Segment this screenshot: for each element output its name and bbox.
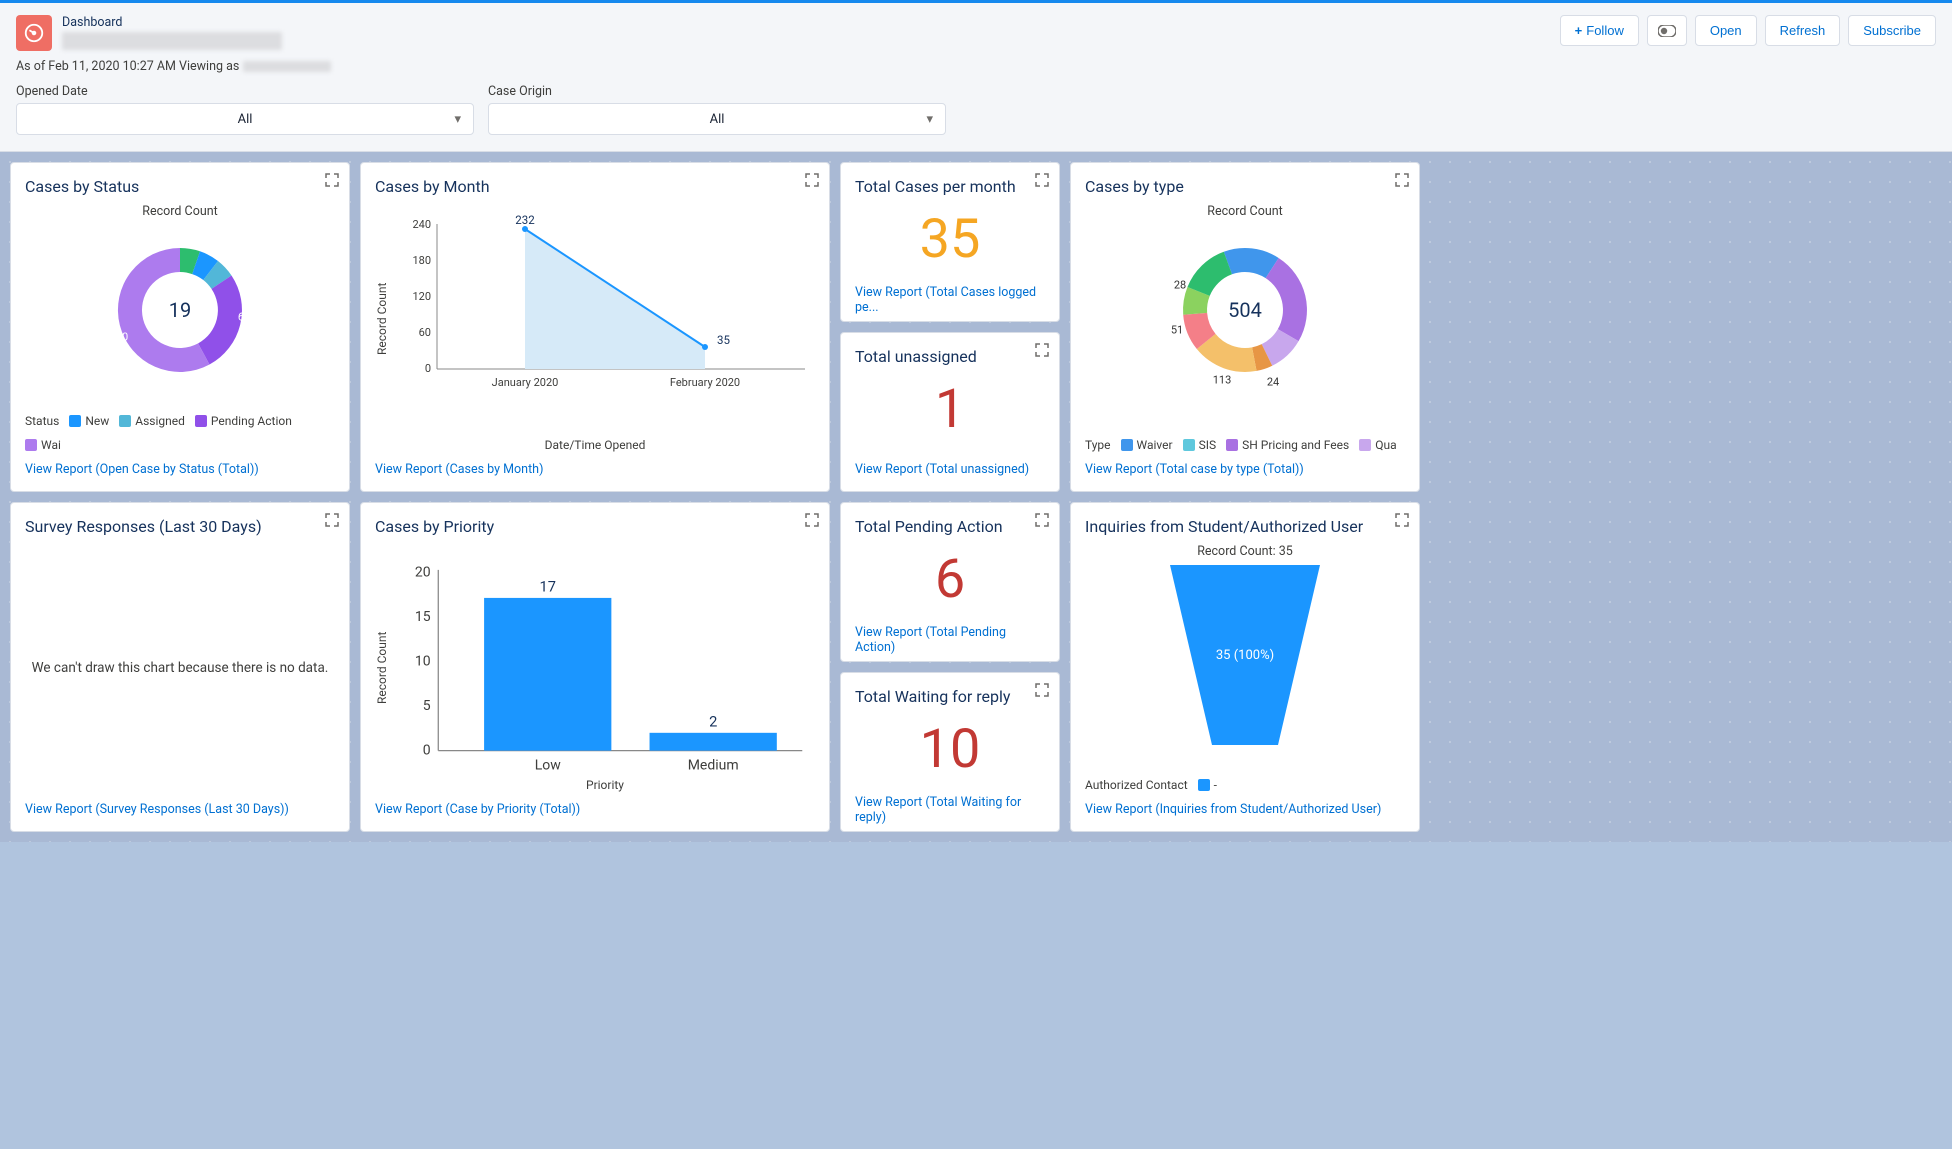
expand-button[interactable]	[1395, 173, 1409, 191]
card-cases-by-priority: Cases by Priority Record Count 20 15 10 …	[360, 502, 830, 832]
svg-text:60: 60	[419, 326, 431, 339]
filter-opened-date-label: Opened Date	[16, 84, 474, 99]
chart-subtitle: Record Count	[1207, 204, 1282, 219]
subscribe-button[interactable]: Subscribe	[1848, 15, 1936, 46]
card-total-pending: Total Pending Action 6 View Report (Tota…	[840, 502, 1060, 662]
svg-text:0: 0	[423, 742, 431, 758]
svg-text:January 2020: January 2020	[492, 376, 559, 389]
funnel-chart: 35 (100%)	[1170, 565, 1320, 745]
svg-text:20: 20	[415, 564, 431, 580]
line-chart-month: 240 180 120 60 0 232 35 January 2020 Feb…	[395, 204, 815, 434]
view-report-link[interactable]: View Report (Survey Responses (Last 30 D…	[25, 802, 289, 817]
legend-inquiries: Authorized Contact -	[1085, 778, 1405, 792]
dashboard-header: Dashboard + Follow Open Refresh Subscrib…	[0, 3, 1952, 152]
toggle-button[interactable]	[1647, 15, 1687, 46]
view-report-link[interactable]: View Report (Open Case by Status (Total)…	[25, 462, 259, 477]
svg-text:Low: Low	[535, 758, 562, 774]
refresh-button[interactable]: Refresh	[1765, 15, 1841, 46]
card-title: Cases by type	[1085, 177, 1405, 196]
svg-text:0: 0	[425, 362, 431, 375]
card-total-unassigned: Total unassigned 1 View Report (Total un…	[840, 332, 1060, 492]
chevron-down-icon: ▾	[454, 112, 461, 127]
svg-text:240: 240	[412, 218, 431, 231]
x-axis-label: Date/Time Opened	[375, 438, 815, 452]
view-report-link[interactable]: View Report (Cases by Month)	[375, 462, 543, 477]
svg-text:35: 35	[717, 333, 730, 347]
legend-type: Type Waiver SIS SH Pricing and Fees Qua	[1085, 438, 1405, 452]
plus-icon: +	[1575, 23, 1583, 38]
card-title: Total Pending Action	[855, 517, 1003, 536]
filter-case-origin-select[interactable]: All ▾	[488, 103, 946, 135]
y-axis-label: Record Count	[375, 544, 389, 792]
card-survey-responses: Survey Responses (Last 30 Days) We can't…	[10, 502, 350, 832]
chevron-down-icon: ▾	[926, 112, 933, 127]
x-axis-label: Priority	[395, 778, 815, 792]
view-report-link[interactable]: View Report (Case by Priority (Total))	[375, 802, 580, 817]
svg-text:180: 180	[412, 254, 431, 267]
card-cases-by-type: Cases by type Record Count 504	[1070, 162, 1420, 492]
svg-text:2: 2	[709, 712, 717, 730]
card-title: Total Cases per month	[855, 177, 1016, 196]
chart-subtitle: Record Count: 35	[1197, 544, 1293, 559]
card-title: Total Waiting for reply	[855, 687, 1010, 706]
card-title: Survey Responses (Last 30 Days)	[25, 517, 335, 536]
view-report-link[interactable]: View Report (Total Cases logged pe...	[855, 285, 1036, 315]
expand-button[interactable]	[1035, 173, 1049, 191]
view-report-link[interactable]: View Report (Inquiries from Student/Auth…	[1085, 802, 1381, 817]
expand-button[interactable]	[805, 173, 819, 191]
view-report-link[interactable]: View Report (Total unassigned)	[855, 462, 1029, 477]
timestamp-label: As of Feb 11, 2020 10:27 AM Viewing as	[16, 59, 1936, 74]
card-title: Cases by Month	[375, 177, 815, 196]
svg-text:120: 120	[412, 290, 431, 303]
filter-case-origin-label: Case Origin	[488, 84, 946, 99]
svg-text:10: 10	[415, 653, 431, 669]
follow-button[interactable]: + Follow	[1560, 15, 1639, 46]
donut-center-value: 19	[169, 298, 191, 322]
expand-button[interactable]	[1035, 513, 1049, 531]
dashboard-label: Dashboard	[62, 15, 282, 30]
donut-chart-status: 19 1 1 1 6 10	[95, 225, 265, 395]
svg-text:232: 232	[515, 213, 535, 227]
view-report-link[interactable]: View Report (Total case by type (Total))	[1085, 462, 1304, 477]
metric-value: 6	[935, 550, 965, 609]
y-axis-label: Record Count	[375, 204, 389, 434]
card-cases-by-status: Cases by Status Record Count 19 1 1	[10, 162, 350, 492]
metric-value: 35	[920, 210, 981, 269]
metric-value: 10	[920, 720, 981, 779]
viewer-name-redacted	[243, 61, 331, 72]
view-report-link[interactable]: View Report (Total Pending Action)	[855, 625, 1006, 655]
card-total-cases-month: Total Cases per month 35 View Report (To…	[840, 162, 1060, 322]
expand-button[interactable]	[1035, 683, 1049, 701]
expand-button[interactable]	[805, 513, 819, 531]
legend-status: Status New Assigned Pending Action Wai	[25, 414, 335, 452]
toggle-icon	[1658, 25, 1676, 37]
empty-chart-message: We can't draw this chart because there i…	[25, 544, 335, 792]
card-title: Cases by Status	[25, 177, 335, 196]
expand-button[interactable]	[325, 513, 339, 531]
chart-subtitle: Record Count	[142, 204, 217, 219]
svg-text:February 2020: February 2020	[670, 376, 740, 389]
card-cases-by-month: Cases by Month Record Count 240 180 120 …	[360, 162, 830, 492]
filter-opened-date-select[interactable]: All ▾	[16, 103, 474, 135]
expand-button[interactable]	[325, 173, 339, 191]
metric-value: 1	[935, 380, 965, 439]
donut-chart-type: 504 73 126 24 113 51 28 37	[1160, 225, 1330, 395]
bar-chart-priority: 20 15 10 5 0 17 2 Low Medium	[395, 544, 815, 774]
dashboard-title-redacted	[62, 32, 282, 50]
card-title: Inquiries from Student/Authorized User	[1085, 517, 1405, 536]
card-total-waiting: Total Waiting for reply 10 View Report (…	[840, 672, 1060, 832]
svg-text:17: 17	[540, 578, 556, 596]
donut-center-value: 504	[1228, 298, 1262, 322]
expand-button[interactable]	[1395, 513, 1409, 531]
card-title: Total unassigned	[855, 347, 977, 366]
card-inquiries: Inquiries from Student/Authorized User R…	[1070, 502, 1420, 832]
card-title: Cases by Priority	[375, 517, 815, 536]
open-button[interactable]: Open	[1695, 15, 1757, 46]
dashboard-icon	[16, 15, 52, 51]
svg-text:15: 15	[415, 609, 431, 625]
svg-text:5: 5	[423, 698, 431, 714]
expand-button[interactable]	[1035, 343, 1049, 361]
svg-text:Medium: Medium	[688, 758, 739, 774]
view-report-link[interactable]: View Report (Total Waiting for reply)	[855, 795, 1021, 825]
